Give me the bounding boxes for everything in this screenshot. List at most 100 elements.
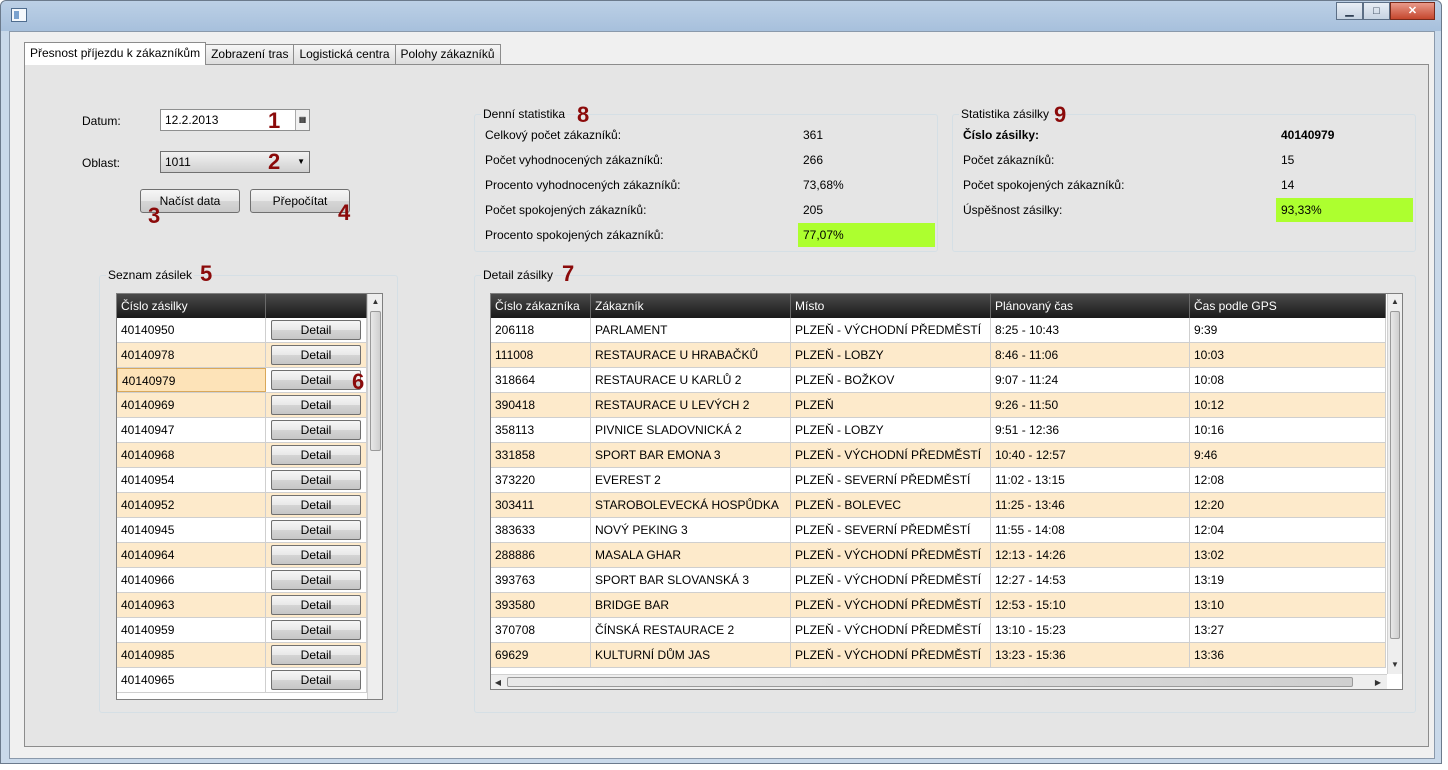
shipment-number-cell[interactable]: 40140978 (117, 343, 266, 367)
detail-button[interactable]: Detail (271, 520, 361, 540)
detail-button[interactable]: Detail (271, 595, 361, 615)
detail-button[interactable]: Detail (271, 345, 361, 365)
location-cell: PLZEŇ - VÝCHODNÍ PŘEDMĚSTÍ (791, 618, 991, 642)
customer-number-cell: 111008 (491, 343, 591, 367)
shipment-number-cell[interactable]: 40140964 (117, 543, 266, 567)
tab-logistic-centers[interactable]: Logistická centra (293, 44, 396, 65)
customer-name-cell: RESTAURACE U HRABAČKŮ (591, 343, 791, 367)
customer-name-cell: RESTAURACE U KARLŮ 2 (591, 368, 791, 392)
customer-name-cell: SPORT BAR SLOVANSKÁ 3 (591, 568, 791, 592)
planned-time-cell: 13:23 - 15:36 (991, 643, 1190, 667)
detail-row[interactable]: 288886 MASALA GHAR PLZEŇ - VÝCHODNÍ PŘEDMĚ… (491, 543, 1386, 568)
gps-time-cell: 12:20 (1190, 493, 1386, 517)
scroll-up-icon[interactable]: ▲ (1388, 294, 1402, 310)
planned-time-cell: 11:25 - 13:46 (991, 493, 1190, 517)
stat-label: Počet zákazníků: (963, 153, 1055, 167)
gps-time-cell: 10:16 (1190, 418, 1386, 442)
detail-row[interactable]: 393763 SPORT BAR SLOVANSKÁ 3 PLZEŇ - VÝCHO… (491, 568, 1386, 593)
detail-row[interactable]: 206118 PARLAMENT PLZEŇ - VÝCHODNÍ PŘEDMĚST… (491, 318, 1386, 343)
marker-5: 5 (200, 261, 213, 286)
customer-name-cell: ČÍNSKÁ RESTAURACE 2 (591, 618, 791, 642)
detail-button[interactable]: Detail (271, 420, 361, 440)
scroll-thumb[interactable] (370, 311, 381, 451)
detail-row[interactable]: 318664 RESTAURACE U KARLŮ 2 PLZEŇ - BOŽKOV… (491, 368, 1386, 393)
chevron-down-icon: ▼ (297, 157, 305, 166)
detail-button[interactable]: Detail (271, 395, 361, 415)
detail-row[interactable]: 111008 RESTAURACE U HRABAČKŮ PLZEŇ - LOBZY… (491, 343, 1386, 368)
column-header-shipment-number[interactable]: Číslo zásilky (117, 294, 266, 318)
shipment-number-cell[interactable]: 40140966 (117, 568, 266, 592)
tab-strip: Přesnost příjezdu k zákazníkům Zobrazení… (24, 42, 501, 65)
detail-button[interactable]: Detail (271, 495, 361, 515)
area-select[interactable]: 1011 ▼ (160, 151, 310, 173)
tab-arrival-accuracy[interactable]: Přesnost příjezdu k zákazníkům (24, 42, 207, 65)
detail-button[interactable]: Detail (271, 545, 361, 565)
detail-row[interactable]: 370708 ČÍNSKÁ RESTAURACE 2 PLZEŇ - VÝCHODN… (491, 618, 1386, 643)
column-header-customer[interactable]: Zákazník (591, 294, 791, 318)
scroll-up-icon[interactable]: ▲ (368, 294, 382, 310)
column-header-planned-time[interactable]: Plánovaný čas (991, 294, 1190, 318)
detail-row[interactable]: 373220 EVEREST 2 PLZEŇ - SEVERNÍ PŘEDMĚSTÍ… (491, 468, 1386, 493)
detail-button[interactable]: Detail (271, 620, 361, 640)
marker-1: 1 (268, 108, 281, 133)
location-cell: PLZEŇ - LOBZY (791, 418, 991, 442)
scroll-down-icon[interactable]: ▼ (1388, 657, 1402, 673)
detail-row[interactable]: 393580 BRIDGE BAR PLZEŇ - VÝCHODNÍ PŘEDMĚS… (491, 593, 1386, 618)
marker-4: 4 (338, 200, 351, 225)
detail-row[interactable]: 358113 PIVNICE SLADOVNICKÁ 2 PLZEŇ - LOBZY… (491, 418, 1386, 443)
minimize-button[interactable]: ▁ (1336, 2, 1363, 20)
shipment-number-cell[interactable]: 40140969 (117, 393, 266, 417)
grid-header: Číslo zákazníka Zákazník Místo Plánovaný… (491, 294, 1386, 318)
recalculate-button[interactable]: Přepočítat (250, 189, 350, 213)
gps-time-cell: 13:02 (1190, 543, 1386, 567)
column-header-customer-number[interactable]: Číslo zákazníka (491, 294, 591, 318)
date-value[interactable]: 12.2.2013 (165, 113, 218, 127)
location-cell: PLZEŇ - VÝCHODNÍ PŘEDMĚSTÍ (791, 318, 991, 342)
customer-number-cell: 370708 (491, 618, 591, 642)
tab-routes[interactable]: Zobrazení tras (205, 44, 295, 65)
detail-button[interactable]: Detail (271, 370, 361, 390)
detail-row[interactable]: 69629 KULTURNÍ DŮM JAS PLZEŇ - VÝCHODNÍ PŘ… (491, 643, 1386, 668)
detail-horizontal-scrollbar[interactable]: ◀ ▶ (491, 674, 1387, 689)
detail-button[interactable]: Detail (271, 570, 361, 590)
customer-number-cell: 393580 (491, 593, 591, 617)
shipment-number-cell[interactable]: 40140965 (117, 668, 266, 692)
detail-button[interactable]: Detail (271, 320, 361, 340)
detail-row[interactable]: 303411 STAROBOLEVECKÁ HOSPŮDKA PLZEŇ - BOL… (491, 493, 1386, 518)
column-header-location[interactable]: Místo (791, 294, 991, 318)
maximize-button[interactable]: □ (1363, 2, 1390, 20)
detail-row[interactable]: 331858 SPORT BAR EMONA 3 PLZEŇ - VÝCHODNÍ … (491, 443, 1386, 468)
daily-stats-title: Denní statistika (481, 107, 568, 121)
shipment-number-cell[interactable]: 40140979 (117, 368, 266, 392)
scroll-thumb[interactable] (1390, 311, 1400, 639)
title-bar[interactable]: ▁ □ ✕ (1, 1, 1441, 31)
marker-9: 9 (1054, 102, 1067, 127)
shipment-number-cell[interactable]: 40140985 (117, 643, 266, 667)
detail-row[interactable]: 383633 NOVÝ PEKING 3 PLZEŇ - SEVERNÍ PŘEDM… (491, 518, 1386, 543)
shipment-number-cell[interactable]: 40140954 (117, 468, 266, 492)
detail-button[interactable]: Detail (271, 470, 361, 490)
scroll-thumb[interactable] (507, 677, 1353, 687)
shipment-number-cell[interactable]: 40140959 (117, 618, 266, 642)
tab-customer-locations[interactable]: Polohy zákazníků (394, 44, 501, 65)
date-picker[interactable]: 12.2.2013 ▦ (160, 109, 310, 131)
shipment-number-cell[interactable]: 40140947 (117, 418, 266, 442)
detail-button[interactable]: Detail (271, 645, 361, 665)
shipment-number-cell[interactable]: 40140952 (117, 493, 266, 517)
tab-page: Datum: 12.2.2013 ▦ 1 Oblast: 1011 ▼ 2 Na… (24, 64, 1429, 747)
scroll-left-icon[interactable]: ◀ (491, 675, 505, 689)
shipment-list-scrollbar[interactable]: ▲ (367, 294, 382, 699)
column-header-gps-time[interactable]: Čas podle GPS (1190, 294, 1386, 318)
close-button[interactable]: ✕ (1390, 2, 1435, 20)
stat-value-highlight: 93,33% (1276, 198, 1413, 222)
shipment-number-cell[interactable]: 40140945 (117, 518, 266, 542)
shipment-number-cell[interactable]: 40140950 (117, 318, 266, 342)
shipment-number-cell[interactable]: 40140963 (117, 593, 266, 617)
calendar-icon[interactable]: ▦ (295, 110, 309, 130)
detail-button[interactable]: Detail (271, 670, 361, 690)
detail-row[interactable]: 390418 RESTAURACE U LEVÝCH 2 PLZEŇ 9:26 - 1… (491, 393, 1386, 418)
detail-button[interactable]: Detail (271, 445, 361, 465)
detail-vertical-scrollbar[interactable]: ▲ ▼ (1387, 294, 1402, 674)
shipment-number-cell[interactable]: 40140968 (117, 443, 266, 467)
scroll-right-icon[interactable]: ▶ (1371, 675, 1385, 689)
